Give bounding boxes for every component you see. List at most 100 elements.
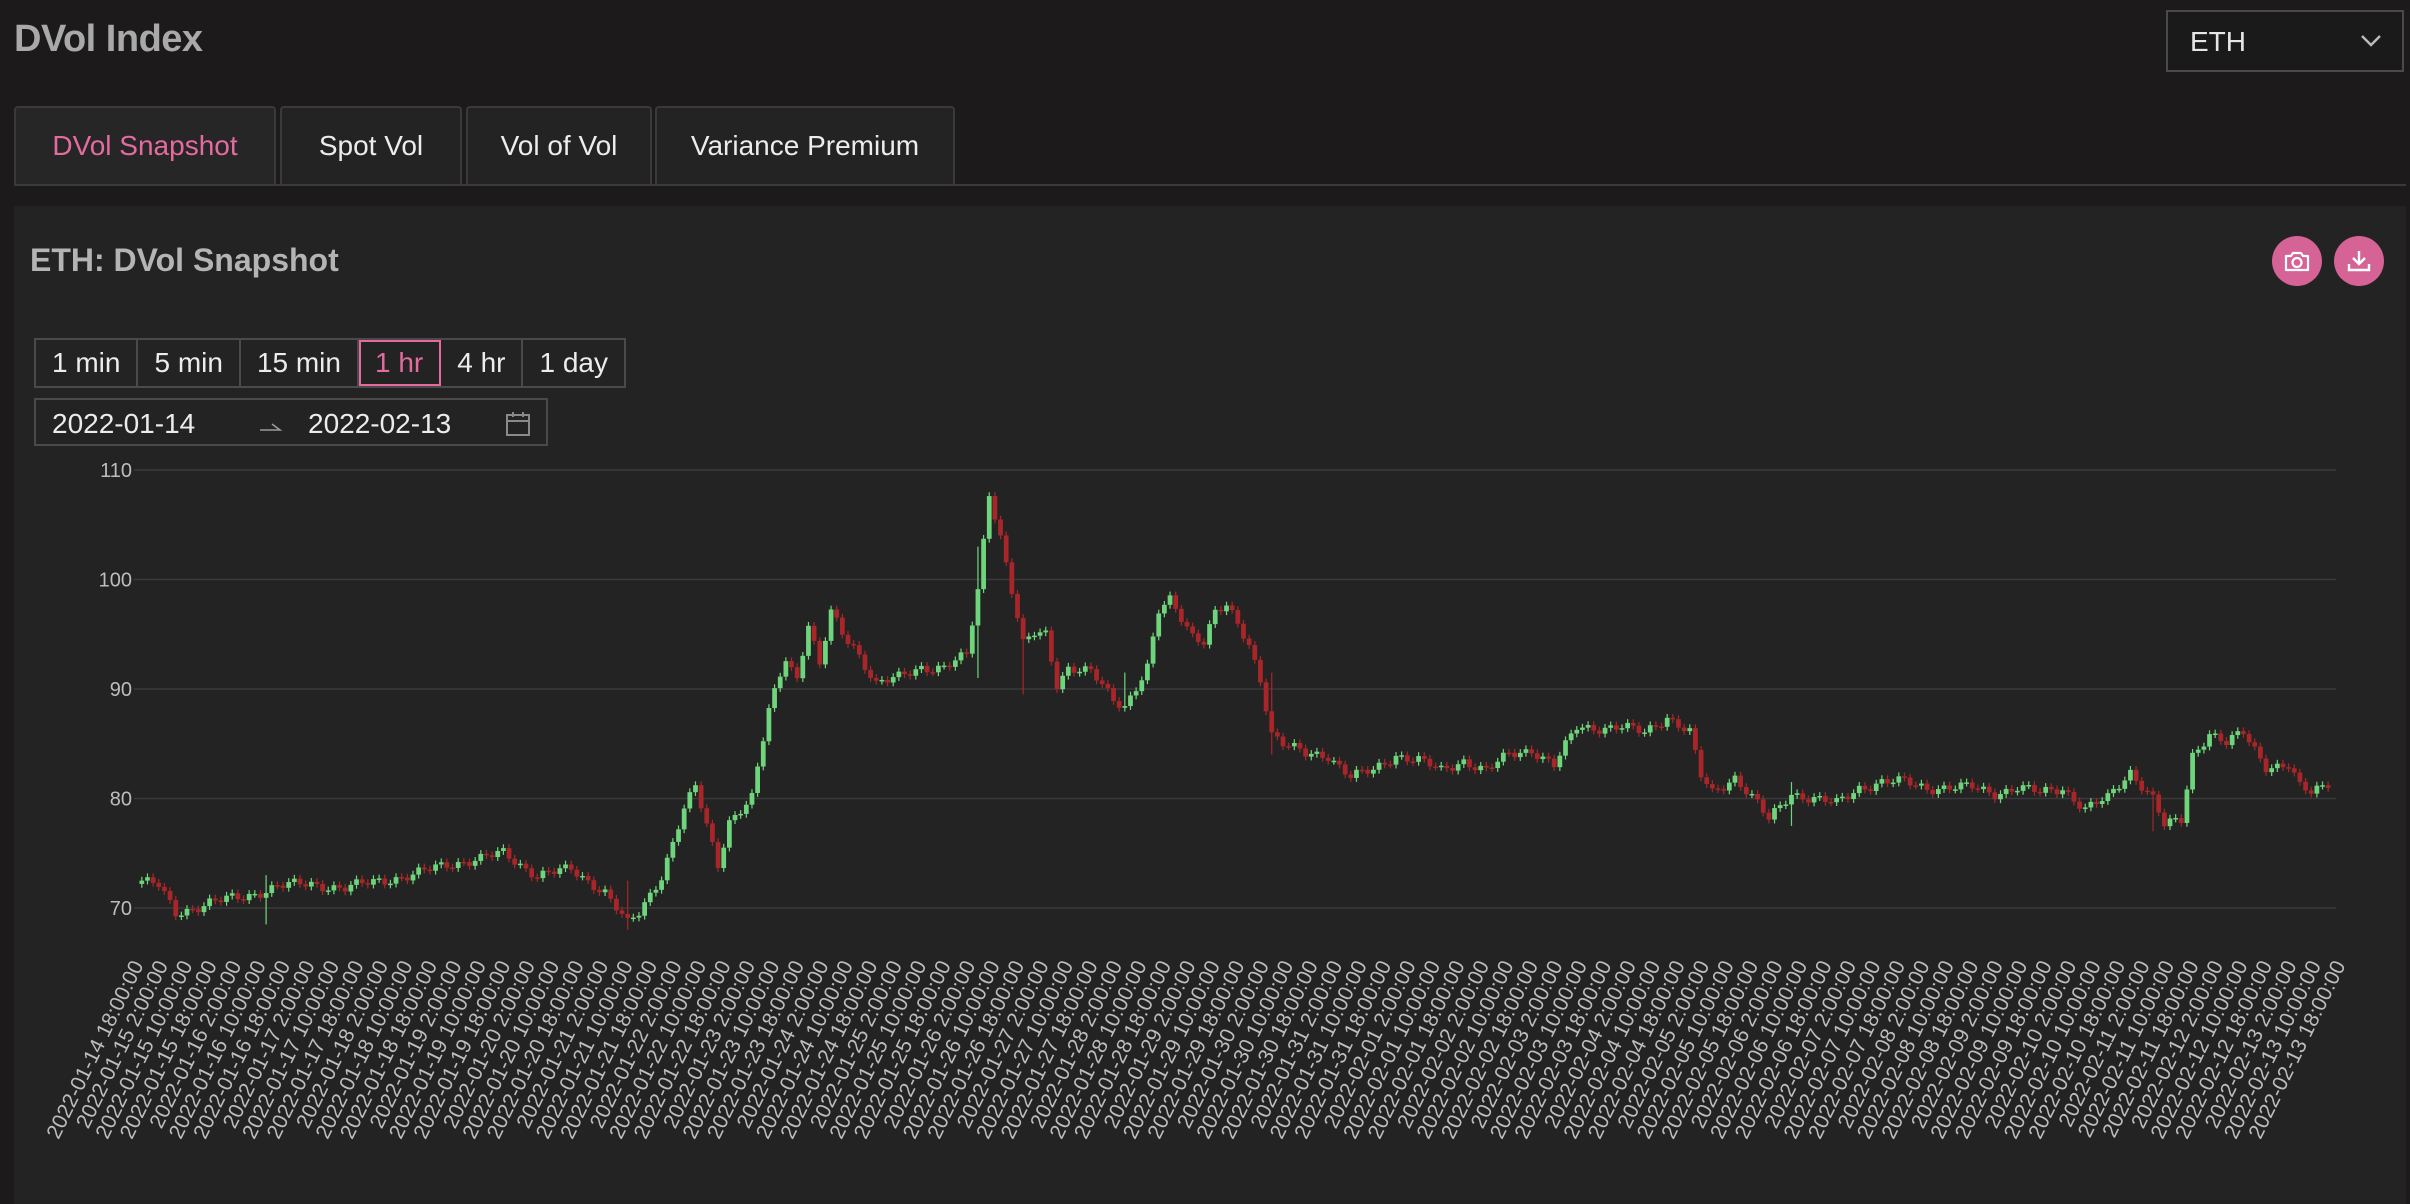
candle-body [348,884,354,892]
candle-body [930,672,936,674]
candle-body [1873,783,1879,792]
candle-body [280,885,286,888]
candle-body [936,665,941,673]
candle-body [1032,635,1037,638]
candle-body [1986,786,1992,793]
candle-body [1122,706,1128,708]
candle-body [2286,767,2292,769]
candle-body [986,496,992,539]
candle-body [512,858,518,865]
candle-body [291,878,297,882]
candle-body [698,785,704,809]
candle-body [981,538,986,590]
candle-body [1049,630,1054,662]
candle-body [1308,753,1314,757]
candle-body [760,741,766,767]
candle-body [1777,805,1783,809]
candle-body [1546,756,1551,759]
candle-body [2190,752,2195,790]
y-tick-label: 70 [110,898,132,920]
candle-body [2048,786,2054,790]
candle-body [444,862,450,868]
candle-body [489,855,495,858]
candle-body [1868,789,1873,792]
candle-body [1348,774,1354,778]
candle-body [834,609,840,618]
candle-body [1715,788,1721,790]
candle-body [1416,756,1421,762]
candle-body [1342,764,1348,775]
candle-body [1574,729,1580,734]
candle-body [207,898,212,907]
candle-body [557,868,563,874]
candle-body [1828,801,1834,804]
candle-body [1817,795,1823,798]
candle-body [2178,817,2184,823]
candle-body [1263,682,1269,712]
candle-body [229,893,235,896]
candle-body [1450,768,1455,771]
candle-body [1930,789,1936,795]
candle-body [359,879,365,884]
candle-body [2263,758,2269,773]
candle-body [2308,790,2314,794]
candle-body [2246,734,2252,743]
candle-body [410,874,416,881]
candle-body [1387,764,1393,766]
candle-body [162,886,167,891]
y-tick-label: 100 [99,570,132,592]
candle-body [2173,817,2179,820]
candle-body [1924,783,1930,790]
candle-body [1455,764,1461,771]
candle-body [1043,630,1049,633]
candle-body [2325,785,2331,788]
candle-body [619,910,625,914]
candle-body [1320,751,1325,758]
candle-body [467,862,472,866]
candle-body [1427,758,1433,767]
candle-body [743,804,749,814]
candle-body [1139,680,1145,692]
candle-body [365,883,371,885]
candle-body [1331,760,1337,763]
candle-body [952,660,958,667]
candle-body [167,890,173,900]
candle-body [2280,763,2286,768]
candle-body [1698,749,1704,778]
candle-body [1834,798,1840,803]
candle-body [184,908,190,916]
candle-body [1088,666,1094,670]
candle-body [1269,711,1275,733]
candle-body [907,674,913,676]
candle-body [1359,769,1365,772]
candle-body [2111,788,2116,794]
candle-body [1523,749,1529,753]
candle-body [828,609,834,641]
candle-body [800,655,806,679]
candle-body [1150,636,1156,664]
candle-body [1839,796,1845,799]
candle-body [1822,795,1828,802]
candle-body [1461,759,1467,765]
candle-body [2269,768,2275,773]
candle-body [2297,772,2303,782]
candle-body [275,885,280,887]
candle-body [1246,638,1252,646]
candle-body [178,915,184,917]
candle-body [1020,618,1026,640]
candle-body [263,893,269,898]
candle-body [1433,766,1438,768]
candle-body [1879,779,1885,784]
candle-body [472,860,478,866]
candle-body [1105,684,1111,689]
candle-body [766,708,772,742]
candle-body [568,864,574,870]
candle-body [1354,769,1359,778]
candle-body [2201,746,2207,750]
candle-body [1258,659,1263,683]
candle-body [992,496,998,520]
candle-body [2195,749,2201,753]
candle-body [1851,793,1856,800]
candle-body [947,665,953,668]
candle-body [195,909,201,913]
